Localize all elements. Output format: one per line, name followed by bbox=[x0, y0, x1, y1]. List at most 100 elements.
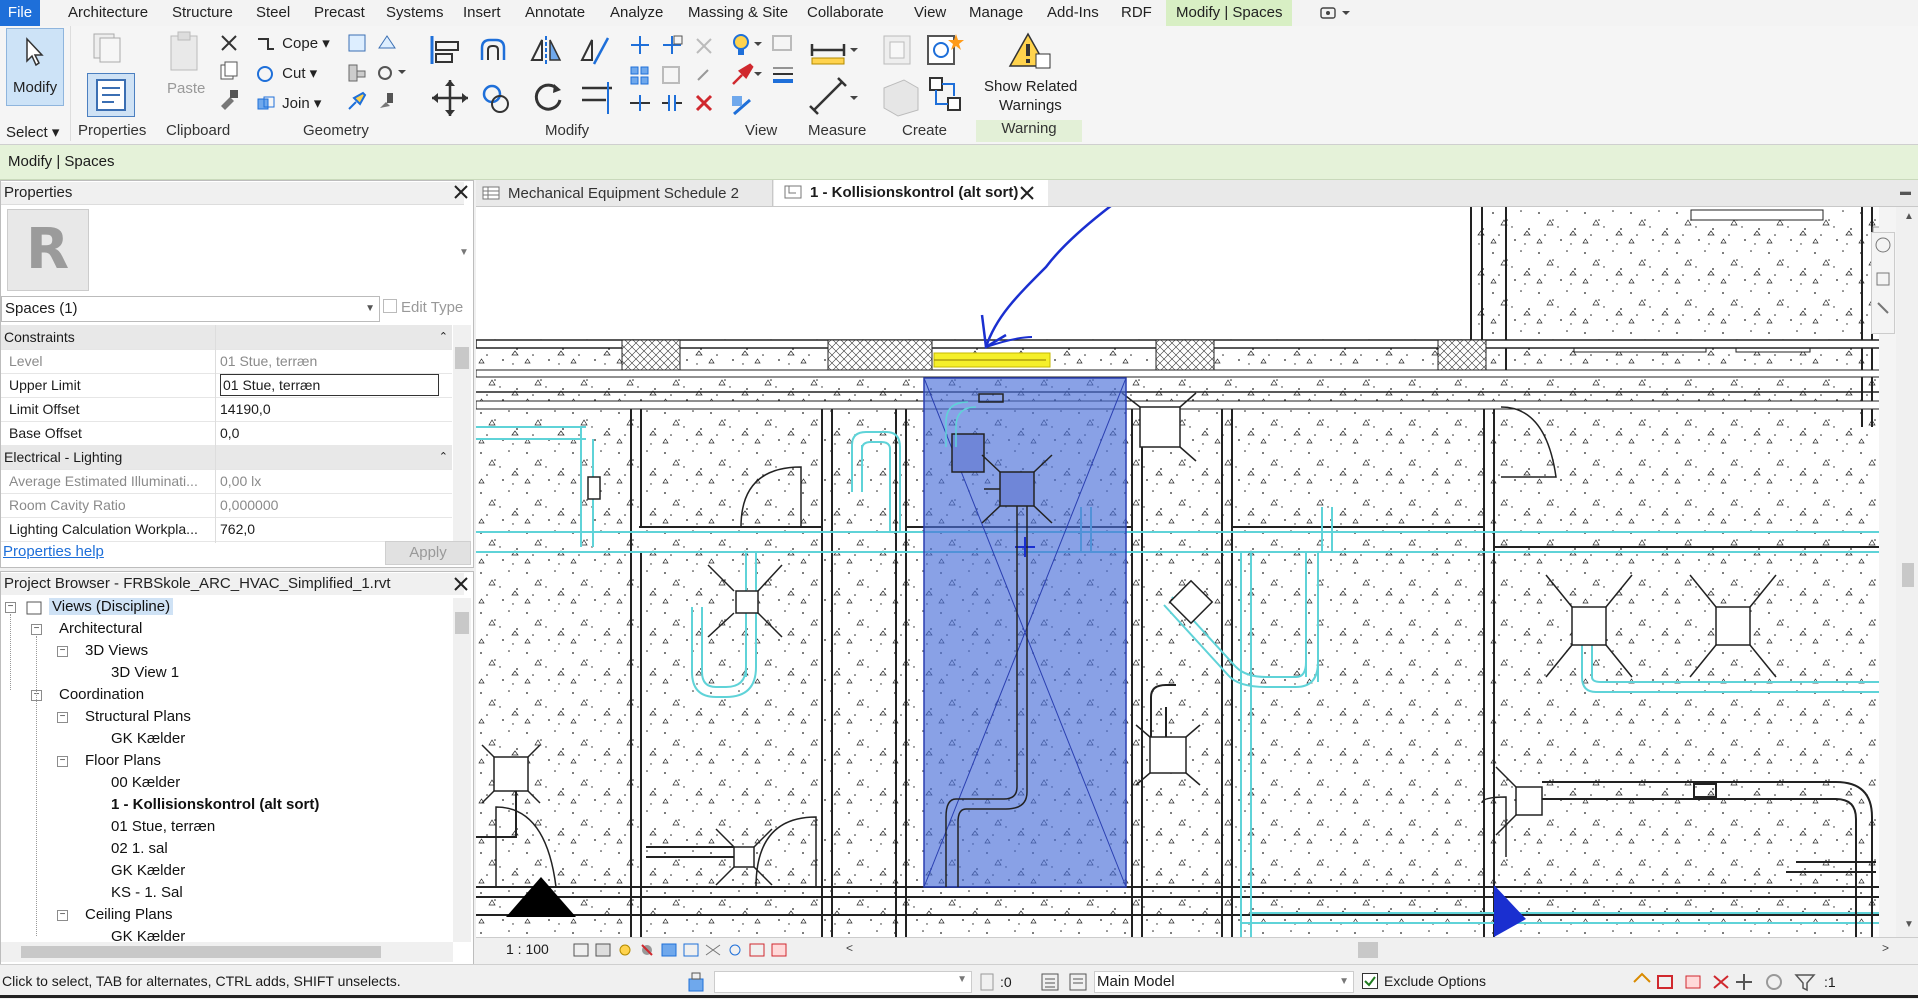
paint-icon[interactable] bbox=[346, 90, 368, 116]
scroll-left-icon[interactable]: < bbox=[846, 941, 853, 955]
mirror-draw-axis-icon[interactable] bbox=[578, 34, 614, 70]
create-similar-icon[interactable] bbox=[924, 30, 964, 74]
move-icon[interactable] bbox=[430, 78, 470, 122]
tree-item-coordination[interactable]: Coordination bbox=[59, 686, 144, 703]
remove-paint-icon[interactable] bbox=[376, 90, 398, 116]
temporary-hide-icon[interactable] bbox=[749, 943, 765, 957]
tab-file[interactable]: File bbox=[0, 0, 40, 26]
array-icon[interactable] bbox=[628, 64, 652, 90]
tab-steel[interactable]: Steel bbox=[250, 0, 296, 26]
tab-annotate[interactable]: Annotate bbox=[519, 0, 591, 26]
properties-help-link[interactable]: Properties help bbox=[3, 543, 104, 560]
override-graphics-icon[interactable] bbox=[730, 62, 764, 92]
select-links-icon[interactable] bbox=[1633, 972, 1651, 983]
navigation-bar[interactable] bbox=[1871, 232, 1895, 334]
editing-requests-icon[interactable] bbox=[978, 971, 998, 997]
collapse-icon[interactable]: − bbox=[57, 756, 68, 767]
apply-button[interactable]: Apply bbox=[385, 541, 471, 565]
tree-item-architectural[interactable]: Architectural bbox=[59, 620, 142, 637]
copy-small-icon[interactable] bbox=[660, 34, 684, 60]
drag-elements-icon[interactable] bbox=[1736, 974, 1752, 990]
view-template-icon[interactable] bbox=[770, 32, 796, 60]
match-type-icon[interactable] bbox=[218, 88, 240, 114]
create-assembly-icon[interactable] bbox=[880, 32, 916, 72]
filter-icon[interactable] bbox=[1794, 974, 1816, 992]
h-scrollbar-thumb[interactable] bbox=[1358, 942, 1378, 958]
browser-scrollbar[interactable] bbox=[453, 598, 471, 942]
pin-disabled-icon[interactable] bbox=[692, 34, 716, 60]
tree-item-01-stue[interactable]: 01 Stue, terræn bbox=[111, 818, 215, 835]
linework-icon[interactable] bbox=[730, 94, 756, 122]
browser-hscrollbar[interactable] bbox=[1, 942, 453, 962]
property-row[interactable]: Average Estimated Illuminati... 0,00 lx bbox=[1, 469, 452, 494]
type-properties-icon[interactable] bbox=[90, 30, 124, 64]
detail-level-icon[interactable] bbox=[573, 943, 589, 957]
offset-icon[interactable] bbox=[478, 34, 514, 70]
upper-limit-field[interactable]: 01 Stue, terræn bbox=[220, 374, 439, 396]
wall-joins-icon[interactable] bbox=[346, 62, 368, 88]
tab-massing-site[interactable]: Massing & Site bbox=[682, 0, 794, 26]
measure-between-icon[interactable] bbox=[808, 34, 858, 70]
scroll-right-icon[interactable]: > bbox=[1882, 941, 1889, 955]
design-option-select[interactable]: Main Model ▼ bbox=[1094, 971, 1354, 993]
tab-systems[interactable]: Systems bbox=[380, 0, 450, 26]
show-crop-icon[interactable] bbox=[705, 944, 721, 956]
tab-add-ins[interactable]: Add-Ins bbox=[1041, 0, 1105, 26]
property-value[interactable]: 762,0 bbox=[220, 517, 435, 541]
tree-item-02-1-sal[interactable]: 02 1. sal bbox=[111, 840, 168, 857]
mirror-pick-axis-icon[interactable] bbox=[528, 34, 564, 70]
select-underlay-icon[interactable] bbox=[1657, 975, 1673, 989]
type-dropdown-arrow-icon[interactable]: ▼ bbox=[459, 247, 469, 258]
tab-architecture[interactable]: Architecture bbox=[62, 0, 154, 26]
edit-type-button[interactable]: Edit Type bbox=[383, 299, 463, 316]
select-by-face-icon[interactable] bbox=[1713, 975, 1729, 989]
section-constraints[interactable]: Constraints ⌃ bbox=[1, 325, 452, 350]
scrollbar-thumb[interactable] bbox=[1902, 563, 1914, 587]
scroll-up-icon[interactable]: ▲ bbox=[1904, 211, 1914, 222]
select-pinned-icon[interactable] bbox=[1685, 975, 1701, 989]
properties-scrollbar[interactable] bbox=[453, 325, 471, 543]
crop-icon[interactable] bbox=[683, 943, 699, 957]
property-row[interactable]: Upper Limit 01 Stue, terræn bbox=[1, 373, 452, 398]
tab-precast[interactable]: Precast bbox=[308, 0, 371, 26]
collapse-icon[interactable]: − bbox=[31, 624, 42, 635]
join-button[interactable]: Join ▾ bbox=[256, 94, 321, 113]
move-small-icon[interactable] bbox=[628, 34, 652, 60]
property-row[interactable]: Room Cavity Ratio 0,000000 bbox=[1, 493, 452, 518]
hide-lightbulb-icon[interactable] bbox=[730, 32, 764, 62]
scrollbar-thumb[interactable] bbox=[455, 612, 469, 634]
canvas-vscrollbar[interactable]: ▲ ▼ bbox=[1898, 207, 1918, 937]
cut-geometry-button[interactable]: Cut ▾ bbox=[256, 64, 317, 83]
property-value[interactable]: 14190,0 bbox=[220, 397, 435, 421]
visual-style-icon[interactable] bbox=[595, 943, 611, 957]
tree-item-views-discipline[interactable]: Views (Discipline) bbox=[49, 598, 174, 615]
view-tab-schedule[interactable]: Mechanical Equipment Schedule 2 bbox=[482, 183, 772, 205]
tab-analyze[interactable]: Analyze bbox=[604, 0, 669, 26]
view-tab-active[interactable]: 1 - Kollisionskontrol (alt sort) bbox=[774, 180, 1048, 206]
properties-button[interactable] bbox=[87, 73, 135, 117]
property-row[interactable]: Lighting Calculation Workpla... 762,0 bbox=[1, 517, 452, 542]
tab-view[interactable]: View bbox=[908, 0, 952, 26]
section-electrical-lighting[interactable]: Electrical - Lighting ⌃ bbox=[1, 445, 452, 470]
sun-path-icon[interactable] bbox=[619, 944, 631, 956]
tab-rdf[interactable]: RDF bbox=[1115, 0, 1158, 26]
scale-selector[interactable]: 1 : 100 bbox=[506, 941, 549, 957]
tab-modify-spaces[interactable]: Modify | Spaces bbox=[1166, 0, 1293, 26]
collapse-icon[interactable]: − bbox=[57, 910, 68, 921]
property-row[interactable]: Level 01 Stue, terræn bbox=[1, 349, 452, 374]
tree-item-floor-plans[interactable]: Floor Plans bbox=[85, 752, 161, 769]
close-properties-icon[interactable] bbox=[453, 184, 469, 200]
tree-item-structural-plans[interactable]: Structural Plans bbox=[85, 708, 191, 725]
select-dropdown[interactable]: Select ▾ bbox=[6, 123, 59, 141]
split-icon[interactable] bbox=[628, 92, 652, 118]
close-project-browser-icon[interactable] bbox=[453, 576, 469, 592]
demolish-icon[interactable] bbox=[376, 62, 406, 88]
delete-icon[interactable] bbox=[692, 92, 716, 118]
copy-tool-icon[interactable] bbox=[478, 78, 514, 122]
tree-item-3d-view-1[interactable]: 3D View 1 bbox=[111, 664, 179, 681]
unpin-disabled-icon[interactable] bbox=[692, 64, 716, 90]
tree-item-gk-kaelder[interactable]: GK Kælder bbox=[111, 730, 185, 747]
scale-disabled-icon[interactable] bbox=[660, 64, 684, 90]
show-related-warnings-button[interactable]: Show Related Warnings bbox=[976, 26, 1082, 118]
scrollbar-thumb[interactable] bbox=[455, 347, 469, 369]
